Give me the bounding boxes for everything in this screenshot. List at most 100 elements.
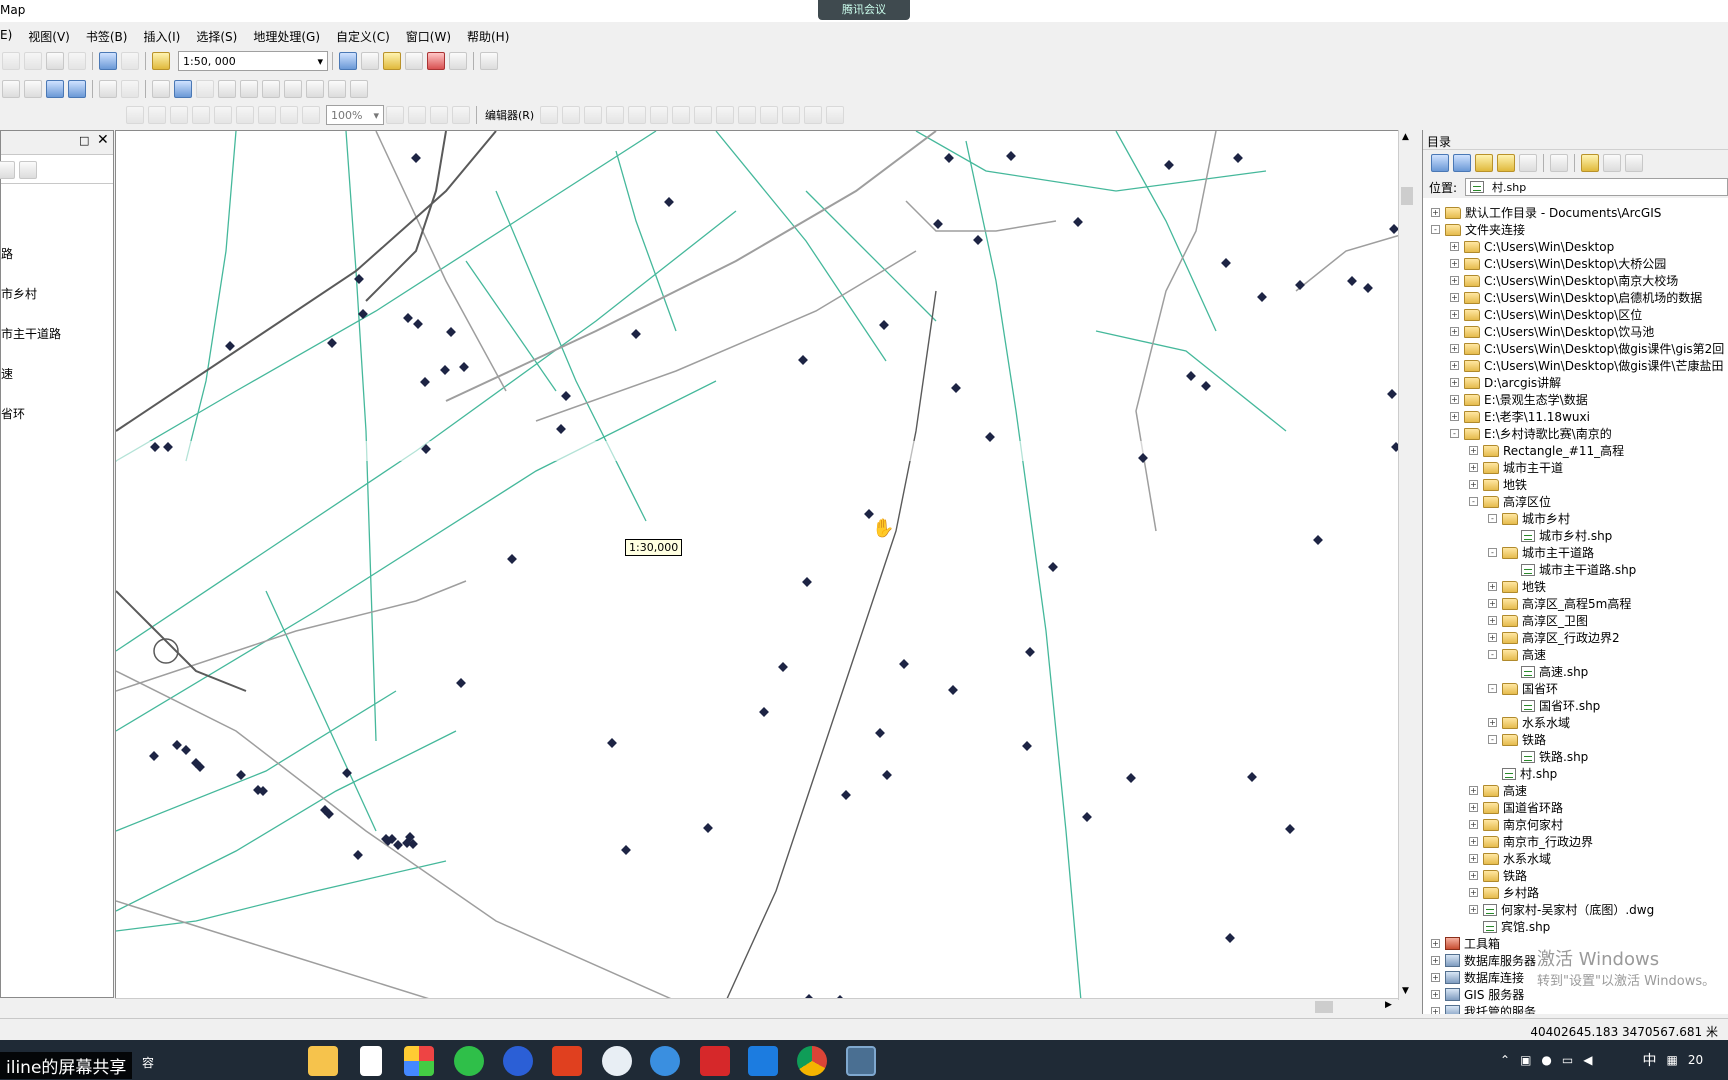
tree-item[interactable]: + 高淳区_卫图: [1488, 612, 1588, 629]
tree-item[interactable]: + 何家村-吴家村（底图）.dwg: [1469, 901, 1654, 918]
pan-layout-icon[interactable]: [170, 106, 188, 124]
village-point[interactable]: [703, 823, 713, 833]
village-point[interactable]: [561, 391, 571, 401]
forward-layout-icon[interactable]: [302, 106, 320, 124]
tree-item[interactable]: + 水系水域: [1488, 714, 1570, 731]
tray-chevron-icon[interactable]: ⌃: [1500, 1053, 1510, 1067]
new-folder-icon[interactable]: [1581, 154, 1599, 172]
village-point[interactable]: [1285, 824, 1295, 834]
village-point[interactable]: [973, 235, 983, 245]
village-point[interactable]: [225, 341, 235, 351]
tree-item[interactable]: + 数据库服务器: [1431, 952, 1536, 969]
wechat-icon[interactable]: [454, 1046, 484, 1076]
toc-icon[interactable]: [361, 52, 379, 70]
notepad-icon[interactable]: [360, 1046, 382, 1076]
village-point[interactable]: [413, 319, 423, 329]
tree-item[interactable]: + 地铁: [1488, 578, 1546, 595]
tree-item[interactable]: 村.shp: [1488, 765, 1557, 782]
location-input[interactable]: 村.shp: [1465, 178, 1728, 196]
tree-item[interactable]: - 城市乡村: [1488, 510, 1570, 527]
chrome-icon[interactable]: [797, 1046, 827, 1076]
file-explorer-icon[interactable]: [308, 1046, 338, 1076]
toc-layer-3[interactable]: 速: [1, 365, 13, 382]
edit-vertices-icon[interactable]: [672, 106, 691, 124]
village-point[interactable]: [1387, 389, 1397, 399]
village-point[interactable]: [1006, 151, 1016, 161]
map-view[interactable]: [115, 130, 1413, 1000]
village-point[interactable]: [879, 320, 889, 330]
editor-toolbar-icon[interactable]: [339, 52, 357, 70]
village-point[interactable]: [446, 327, 456, 337]
model-builder-icon[interactable]: [480, 52, 498, 70]
toc-layer-0[interactable]: 路: [1, 245, 13, 262]
volume-icon[interactable]: ◀: [1583, 1053, 1592, 1067]
pinwheel-app-icon[interactable]: [404, 1046, 434, 1076]
village-point[interactable]: [459, 362, 469, 372]
forward-extent-icon[interactable]: [68, 80, 86, 98]
tree-item[interactable]: 宾馆.shp: [1469, 918, 1550, 935]
tree-item[interactable]: - 国省环: [1488, 680, 1558, 697]
village-point[interactable]: [841, 790, 851, 800]
hyperlink-icon[interactable]: [196, 80, 214, 98]
village-point[interactable]: [456, 678, 466, 688]
zoom-out-layout-icon[interactable]: [148, 106, 166, 124]
village-point[interactable]: [440, 365, 450, 375]
tree-item[interactable]: - 高淳区位: [1469, 493, 1551, 510]
village-point[interactable]: [393, 840, 403, 850]
tree-item[interactable]: - 城市主干道路: [1488, 544, 1594, 561]
expand-icon[interactable]: +: [1469, 463, 1478, 472]
browser-icon[interactable]: [503, 1046, 533, 1076]
tree-item[interactable]: + 水系水域: [1469, 850, 1551, 867]
menu-item-5[interactable]: 地理处理(G): [245, 25, 328, 47]
village-point[interactable]: [802, 577, 812, 587]
create-features-icon[interactable]: [826, 106, 845, 124]
expand-icon[interactable]: +: [1450, 412, 1459, 421]
collapse-icon[interactable]: -: [1488, 650, 1497, 659]
village-point[interactable]: [882, 770, 892, 780]
expand-icon[interactable]: +: [1431, 973, 1440, 982]
add-data-icon[interactable]: [152, 52, 170, 70]
views-icon[interactable]: [1550, 154, 1568, 172]
measure-icon[interactable]: [240, 80, 258, 98]
tree-item[interactable]: + 高速: [1469, 782, 1527, 799]
expand-icon[interactable]: +: [1469, 854, 1478, 863]
point-icon[interactable]: [650, 106, 669, 124]
village-point[interactable]: [1233, 153, 1243, 163]
up-one-level-icon[interactable]: [1475, 154, 1493, 172]
tree-item[interactable]: + C:\Users\Win\Desktop\做gis课件\gis第2回: [1450, 340, 1724, 357]
expand-icon[interactable]: +: [1469, 446, 1478, 455]
collapse-icon[interactable]: -: [1488, 514, 1497, 523]
expand-icon[interactable]: +: [1431, 939, 1440, 948]
tree-item[interactable]: + C:\Users\Win\Desktop\区位: [1450, 306, 1642, 323]
editor-menu[interactable]: 编辑器(R): [485, 107, 534, 123]
village-point[interactable]: [149, 751, 159, 761]
network-icon[interactable]: ▣: [1520, 1053, 1531, 1067]
tree-item[interactable]: + 默认工作目录 - Documents\ArcGIS: [1431, 204, 1661, 221]
edit-tool-icon[interactable]: [540, 106, 559, 124]
back-layout-icon[interactable]: [280, 106, 298, 124]
hscroll-thumb[interactable]: [1315, 1001, 1333, 1013]
close-icon[interactable]: ✕: [97, 132, 109, 148]
menu-item-4[interactable]: 选择(S): [188, 25, 245, 47]
tree-item[interactable]: + GIS 服务器: [1431, 986, 1524, 1003]
village-point[interactable]: [507, 554, 517, 564]
village-point[interactable]: [1048, 562, 1058, 572]
tree-item[interactable]: + 城市主干道: [1469, 459, 1563, 476]
village-point[interactable]: [1025, 647, 1035, 657]
tree-item[interactable]: 城市乡村.shp: [1507, 527, 1612, 544]
expand-icon[interactable]: +: [1431, 956, 1440, 965]
html-popup-icon[interactable]: [218, 80, 236, 98]
zoom-combo[interactable]: 100% ▾: [326, 105, 384, 125]
tree-item[interactable]: + 高淳区_行政边界2: [1488, 629, 1620, 646]
village-point[interactable]: [1073, 217, 1083, 227]
tree-item[interactable]: 国省环.shp: [1507, 697, 1600, 714]
display-icon[interactable]: ▭: [1562, 1053, 1573, 1067]
expand-icon[interactable]: +: [1469, 888, 1478, 897]
keyboard-icon[interactable]: ▦: [1666, 1053, 1677, 1067]
map-horizontal-scrollbar[interactable]: ▶: [115, 998, 1398, 1014]
edge-browser-icon[interactable]: [650, 1046, 680, 1076]
collapse-icon[interactable]: -: [1469, 497, 1478, 506]
back-extent-icon[interactable]: [46, 80, 64, 98]
village-point[interactable]: [1186, 371, 1196, 381]
village-point[interactable]: [411, 153, 421, 163]
